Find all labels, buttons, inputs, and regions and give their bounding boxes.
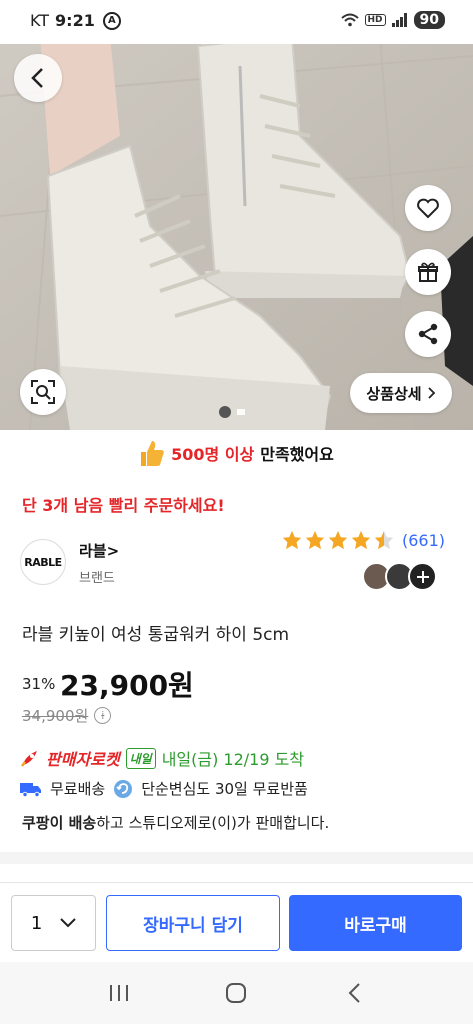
satisfaction-count: 500명 이상	[171, 445, 255, 464]
hd-badge: HD	[364, 14, 386, 26]
free-return-label: 단순변심도 30일 무료반품	[141, 780, 308, 798]
chevron-down-icon	[60, 918, 76, 928]
nav-back-button[interactable]	[334, 973, 374, 1013]
back-arrow-icon	[31, 68, 43, 88]
original-price-row: 34,900원 i	[22, 705, 112, 726]
rating-stars[interactable]: (661)	[281, 529, 445, 551]
carrier-label: KT	[30, 11, 50, 30]
nav-back-icon	[348, 983, 360, 1003]
star-icon	[282, 530, 302, 550]
battery-indicator: 90	[413, 11, 445, 29]
tomorrow-badge: 내일	[125, 747, 156, 769]
original-price: 34,900원	[22, 707, 89, 725]
home-button[interactable]	[216, 973, 256, 1013]
product-image[interactable]	[0, 36, 473, 430]
status-left: KT 9:21 A	[30, 11, 121, 30]
satisfaction-text: 만족했어요	[260, 445, 334, 464]
star-icon	[328, 530, 348, 550]
star-icon	[305, 530, 325, 550]
purchase-bar: 1 장바구니 담기 바로구매	[0, 882, 473, 960]
chevron-right-icon	[427, 387, 435, 399]
recent-apps-icon	[109, 985, 128, 1001]
thumbs-up-icon	[141, 441, 164, 466]
lens-search-icon	[31, 380, 55, 404]
rocket-label: 판매자로켓	[46, 750, 120, 769]
brand-row: RABLE 라블> 브랜드 (661)	[20, 531, 460, 591]
truck-icon	[20, 782, 41, 797]
review-more-button[interactable]	[408, 562, 437, 591]
seller-text: 하고 스튜디오제로(이)가 판매합니다.	[96, 814, 330, 832]
add-to-cart-button[interactable]: 장바구니 담기	[106, 895, 280, 951]
discount-rate: 31%	[22, 675, 56, 693]
brand-logo[interactable]: RABLE	[20, 539, 66, 585]
rocket-delivery-row: 판매자로켓 내일 내일(금) 12/19 도착	[20, 746, 304, 770]
gift-button[interactable]	[405, 249, 451, 295]
seller-prefix: 쿠팡이 배송	[22, 814, 97, 832]
brand-name-link[interactable]: 라블>	[79, 540, 119, 561]
accessibility-icon: A	[102, 11, 121, 30]
wifi-icon	[340, 13, 359, 27]
return-icon	[114, 779, 133, 798]
recent-apps-button[interactable]	[99, 973, 139, 1013]
seller-info: 쿠팡이 배송하고 스튜디오제로(이)가 판매합니다.	[22, 812, 329, 833]
share-button[interactable]	[405, 311, 451, 357]
arrival-date: 내일(금) 12/19 도착	[161, 750, 305, 769]
product-title: 라블 키높이 여성 통굽워커 하이 5cm	[22, 625, 290, 645]
home-icon	[226, 983, 247, 1003]
shipping-row: 무료배송 단순변심도 30일 무료반품	[20, 778, 308, 799]
product-detail-button[interactable]: 상품상세	[350, 373, 452, 413]
carousel-indicator	[219, 406, 245, 418]
share-icon	[418, 323, 438, 345]
carousel-dot	[237, 409, 245, 415]
free-shipping-label: 무료배송	[50, 780, 106, 798]
review-count[interactable]: (661)	[402, 531, 445, 550]
info-icon[interactable]: i	[94, 707, 112, 724]
carousel-dot-active	[219, 406, 231, 418]
gift-icon	[418, 262, 438, 282]
quantity-select[interactable]: 1	[11, 895, 96, 951]
stock-notice: 단 3개 남음 빨리 주문하세요!	[22, 496, 225, 515]
signal-icon	[391, 13, 407, 27]
clock: 9:21	[55, 11, 95, 30]
buy-now-button[interactable]: 바로구매	[289, 895, 462, 951]
plus-icon	[416, 570, 429, 583]
rocket-icon	[21, 751, 37, 767]
lens-search-button[interactable]	[20, 369, 66, 415]
back-button[interactable]	[14, 54, 62, 102]
status-right: HD 90	[340, 11, 445, 29]
product-detail-label: 상품상세	[366, 384, 422, 403]
status-bar: KT 9:21 A HD 90	[0, 0, 473, 44]
like-button[interactable]	[405, 185, 451, 231]
quantity-value: 1	[30, 912, 43, 934]
star-icon	[351, 530, 371, 550]
heart-icon	[417, 198, 439, 219]
sale-price: 23,900원	[60, 669, 194, 702]
satisfaction-banner: 500명 이상 만족했어요	[0, 437, 473, 469]
section-divider	[0, 852, 473, 864]
boots-illustration	[0, 36, 473, 430]
system-navigation-bar	[0, 962, 473, 1024]
brand-subtitle: 브랜드	[79, 571, 115, 586]
review-thumbnails[interactable]	[362, 562, 437, 591]
half-star-icon	[374, 530, 394, 550]
